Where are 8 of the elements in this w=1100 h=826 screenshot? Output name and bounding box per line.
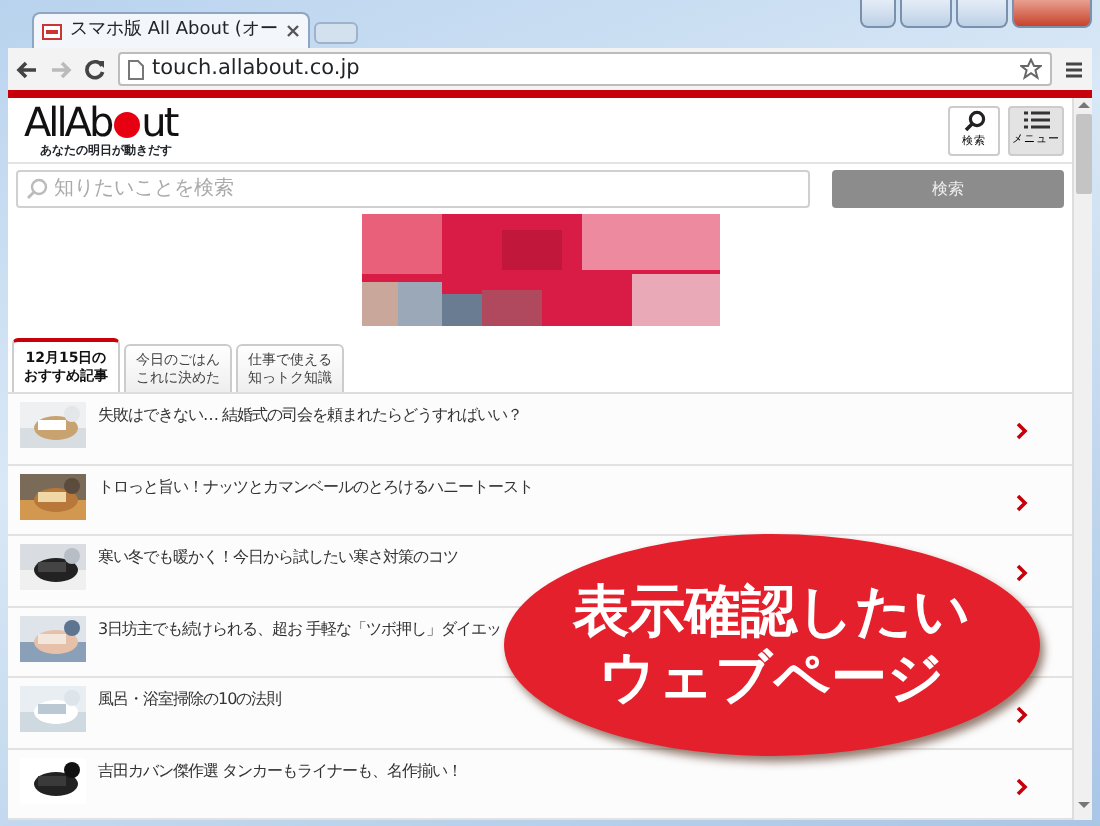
article-title: 寒い冬でも暖かく！今日から試したい寒さ対策のコツ: [98, 546, 460, 570]
article-title: 風呂・浴室掃除の10の法則: [98, 688, 284, 712]
article-title: 3日坊主でも続けられる、超お 手軽な「ツボ押し」ダイエッ: [98, 617, 504, 641]
url-text: touch.allabout.co.jp: [152, 53, 360, 84]
article-title: 失敗はできない… 結婚式の司会を頼まれたらどうすればいい？: [98, 404, 525, 428]
article-title: トロっと旨い！ナッツとカマンベールのとろけるハニートースト: [98, 475, 535, 499]
article-title: 吉田カバン傑作選 タンカーもライナーも、名作揃い！: [98, 759, 465, 783]
tab-title: スマホ版 All About (オー: [70, 17, 278, 44]
